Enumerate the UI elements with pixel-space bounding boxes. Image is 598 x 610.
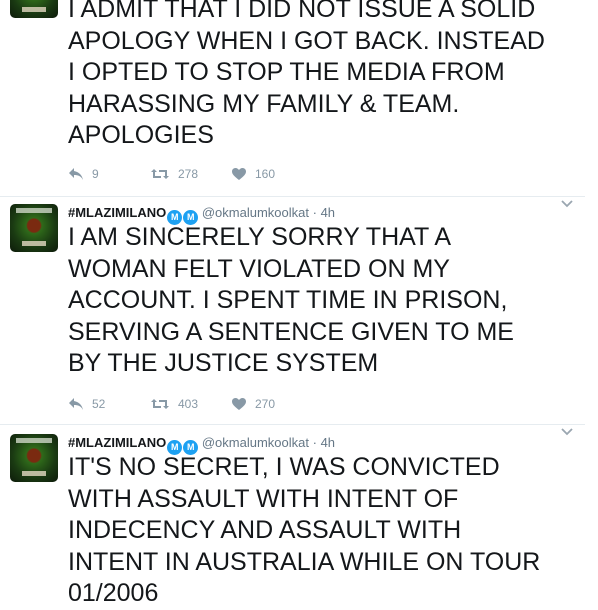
like-count: 160 <box>255 167 276 181</box>
reply-count: 9 <box>92 167 99 181</box>
reply-button[interactable]: 9 <box>68 167 150 181</box>
retweet-button[interactable]: 278 <box>150 167 231 181</box>
chevron-down-icon <box>561 200 573 208</box>
tweet-text: IT'S NO SECRET, I WAS CONVICTED WITH ASS… <box>68 453 541 607</box>
like-count: 270 <box>255 397 276 411</box>
user-handle[interactable]: @okmalumkoolkat <box>202 435 309 450</box>
reply-button[interactable]: 52 <box>68 397 150 411</box>
tweet-actions: 52 403 270 <box>68 397 313 411</box>
reply-count: 52 <box>92 397 106 411</box>
tweet[interactable]: #MLAZIMILANO M M @okmalumkoolkat · 4h I AM… <box>0 196 585 425</box>
heart-icon <box>232 168 246 180</box>
display-name[interactable]: #MLAZIMILANO <box>68 205 166 220</box>
retweet-count: 278 <box>178 167 199 181</box>
separator: · <box>312 205 317 220</box>
like-button[interactable]: 160 <box>231 167 313 181</box>
like-button[interactable]: 270 <box>231 397 313 411</box>
separator: · <box>312 435 317 450</box>
reply-icon <box>69 168 83 180</box>
user-handle[interactable]: @okmalumkoolkat <box>202 205 309 220</box>
timestamp[interactable]: 4h <box>321 435 335 450</box>
retweet-count: 403 <box>178 397 199 411</box>
timestamp[interactable]: 4h <box>321 205 335 220</box>
retweet-icon <box>151 399 169 409</box>
reply-icon <box>69 398 83 410</box>
tweet-actions: 9 278 160 <box>68 167 313 181</box>
tweet-text: I AM SINCERELY SORRY THAT A WOMAN FELT V… <box>68 223 514 377</box>
avatar[interactable] <box>10 434 58 482</box>
tweet-text: I ADMIT THAT I DID NOT ISSUE A SOLID APO… <box>68 0 545 149</box>
tweet-menu-button[interactable] <box>561 200 573 208</box>
avatar[interactable] <box>10 204 58 252</box>
retweet-button[interactable]: 403 <box>150 397 231 411</box>
display-name[interactable]: #MLAZIMILANO <box>68 435 166 450</box>
tweet[interactable]: #MLAZIMILANO M M @okmalumkoolkat · 4h IT'S… <box>0 424 585 608</box>
chevron-down-icon <box>561 428 573 436</box>
tweet-menu-button[interactable] <box>561 428 573 436</box>
avatar[interactable] <box>10 0 58 18</box>
heart-icon <box>232 398 246 410</box>
retweet-icon <box>151 169 169 179</box>
tweet[interactable]: I ADMIT THAT I DID NOT ISSUE A SOLID APO… <box>0 0 585 197</box>
